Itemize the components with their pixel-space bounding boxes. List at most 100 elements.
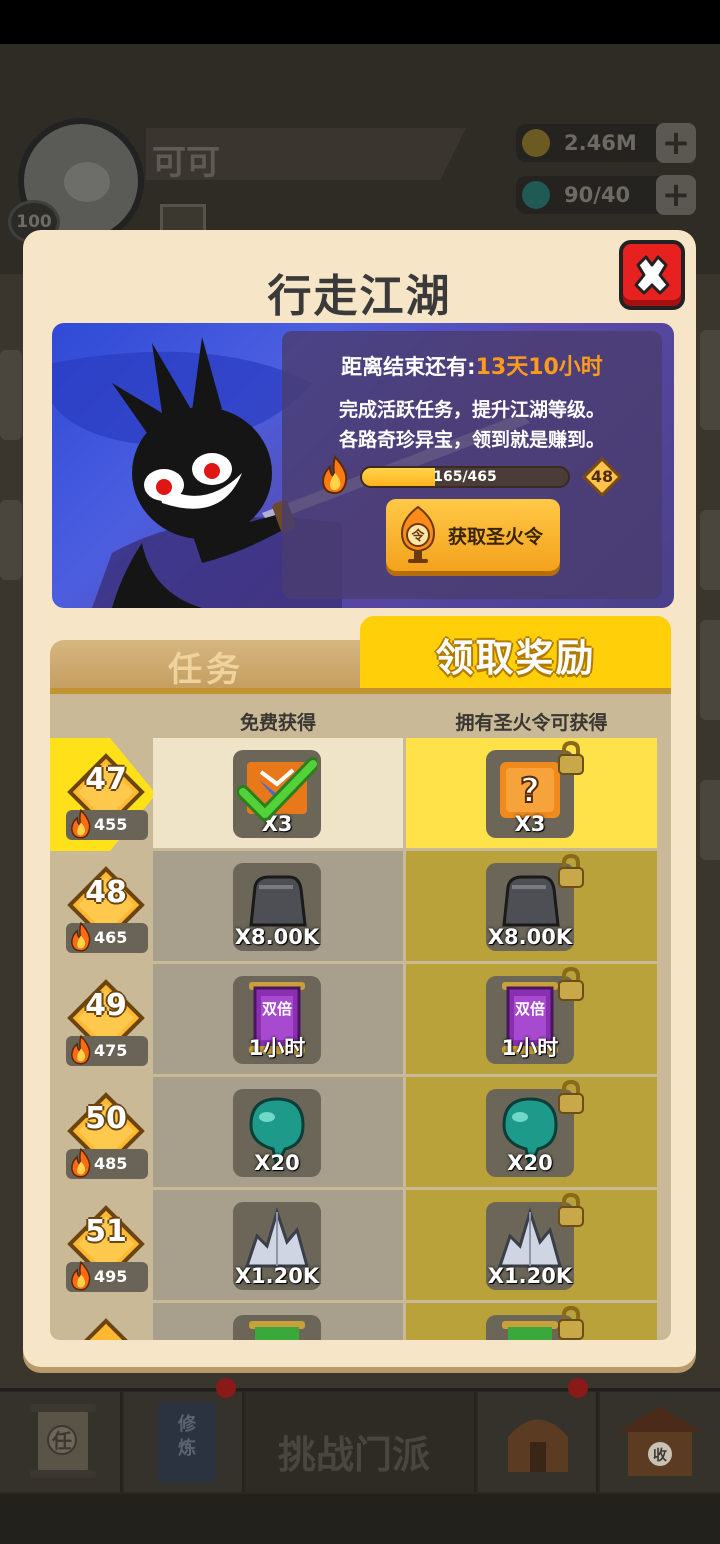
paid-reward-cell[interactable]: ? X3 [406,738,657,851]
free-reward-qty: X8.00K [234,925,320,949]
countdown: 距离结束还有:13天10小时 [282,349,662,381]
helmet-icon [508,1419,568,1472]
flame-icon [71,1260,91,1291]
lock-icon [558,853,584,888]
side-button-left-1[interactable] [0,350,22,440]
scroll-icon: 任 [30,1404,96,1478]
double-label: 双倍 [262,1000,292,1018]
bottom-tab-helmet[interactable] [478,1392,598,1492]
description-line-1: 完成活跃任务，提升江湖等级。 [338,399,605,421]
bottom-tab-cultivate[interactable]: 修 炼 [124,1392,244,1492]
reward-table[interactable]: 免费获得 拥有圣火令可获得 47 455 X3 ? X3 48 465 X8.0… [50,694,671,1340]
svg-text:修: 修 [177,1413,197,1435]
paid-reward-cell[interactable]: X8.00K [406,851,657,964]
paid-reward-qty: 1小时 [501,1036,559,1060]
free-reward-item[interactable]: X8.00K [233,863,321,951]
paid-reward-qty: X3 [514,812,546,836]
fire-value: 475 [94,1041,128,1060]
free-reward-cell[interactable]: X20 [153,1077,403,1190]
reward-row: 47 455 X3 ? X3 [50,738,671,851]
system-nav-bar [0,1494,720,1544]
lock-icon [558,1305,584,1340]
side-button-right-4[interactable] [700,780,720,860]
fire-value: 495 [94,1267,128,1286]
get-token-button[interactable]: 令 获取圣火令 [386,499,560,571]
free-reward-cell[interactable] [153,1303,403,1340]
free-reward-item[interactable]: 双倍 1小时 [233,976,321,1064]
lock-icon [558,966,584,1001]
status-bar [0,0,720,44]
close-button[interactable] [619,240,685,310]
lock-icon [558,1192,584,1227]
flame-icon [71,808,91,839]
challenge-label: 挑战门派 [278,1433,431,1477]
fire-value: 455 [94,815,128,834]
book-icon: 修 炼 [158,1402,216,1482]
free-reward-cell[interactable]: 双倍 1小时 [153,964,403,1077]
gem-add-button[interactable]: + [656,175,696,215]
column-header-paid: 拥有圣火令可获得 [455,712,608,734]
free-reward-cell[interactable]: X3 [153,738,403,851]
paid-reward-cell[interactable] [406,1303,657,1340]
free-reward-item[interactable]: X20 [233,1089,321,1177]
checkmark-icon [237,757,317,821]
paid-reward-qty: X20 [507,1151,553,1175]
flame-icon [71,1034,91,1065]
free-reward-cell[interactable]: X8.00K [153,851,403,964]
free-reward-cell[interactable]: X1.20K [153,1190,403,1303]
gem-icon [522,181,550,209]
coin-add-button[interactable]: + [656,123,696,163]
flame-icon [71,921,91,952]
gem-value: 90/40 [564,183,631,207]
paid-reward-qty: X8.00K [487,925,573,949]
reward-row: 49 475 双倍 1小时 双倍 1小时 [50,964,671,1077]
paid-reward-cell[interactable]: 双倍 1小时 [406,964,657,1077]
coin-counter: 2.46M + [516,123,696,163]
close-icon [634,255,670,295]
description-line-2: 各路奇珍异宝，领到就是赚到。 [338,429,605,451]
svg-text:?: ? [520,771,540,811]
side-button-left-2[interactable] [0,500,22,580]
player-name: 可可 [152,143,220,183]
level-number: 47 [85,762,127,797]
countdown-value: 13天10小时 [475,355,603,380]
free-reward-item[interactable]: X3 [233,750,321,838]
side-button-right-2[interactable] [700,510,720,590]
paid-reward-qty: X1.20K [487,1264,573,1288]
flame-icon [71,1147,91,1178]
double-label: 双倍 [515,1000,545,1018]
column-header-free: 免费获得 [239,712,316,734]
notification-dot [568,1378,588,1398]
notification-dot [216,1378,236,1398]
svg-text:炼: 炼 [178,1437,196,1459]
svg-text:收: 收 [653,1447,668,1464]
level-number: 48 [85,875,127,910]
paid-reward-cell[interactable]: X20 [406,1077,657,1190]
event-level: 48 [590,467,614,486]
gem-counter: 90/40 + [516,175,696,215]
coin-value: 2.46M [564,131,637,155]
token-icon: 令 [400,505,436,563]
reward-row: 48 465 X8.00K X8.00K [50,851,671,964]
green-scroll-icon [249,1321,305,1340]
tab-tasks[interactable]: 任务 [50,640,362,692]
progress-text: 165/465 [433,469,497,485]
screen: 100 可可 2.46M + 90/40 + 任 修 炼 挑战门派 收 行走江湖… [0,0,720,1544]
event-banner: 距离结束还有:13天10小时 完成活跃任务，提升江湖等级。 各路奇珍异宝，领到就… [52,323,674,608]
fire-value: 465 [94,928,128,947]
level-badge [84,1318,128,1340]
side-button-right-3[interactable] [700,620,720,720]
tab-rewards[interactable]: 领取奖励 [360,616,671,692]
flame-icon [321,455,348,495]
bottom-tab-tasks[interactable]: 任 [0,1392,122,1492]
bottom-tab-collect[interactable]: 收 [600,1392,720,1492]
avatar-face [64,162,110,202]
free-reward-item[interactable] [233,1315,321,1340]
paid-reward-cell[interactable]: X1.20K [406,1190,657,1303]
reward-row-partial [50,1303,671,1340]
free-reward-item[interactable]: X1.20K [233,1202,321,1290]
side-button-right-1[interactable] [700,330,720,430]
lock-icon [558,740,584,775]
level-number: 51 [85,1214,127,1249]
svg-text:任: 任 [51,1429,72,1453]
